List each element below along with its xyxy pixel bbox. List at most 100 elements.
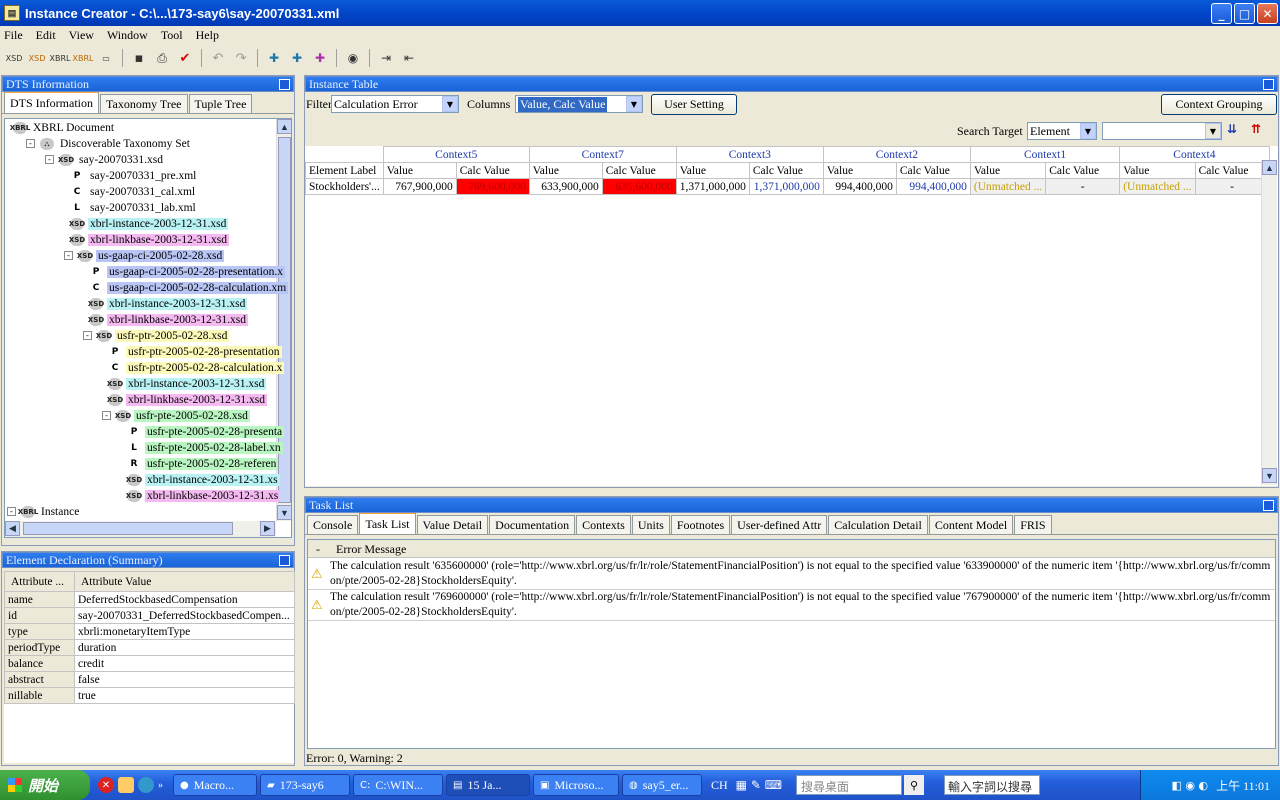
menu-help[interactable]: Help: [196, 28, 219, 43]
scroll-left-icon[interactable]: ◀: [5, 521, 20, 536]
expand-toggle-icon[interactable]: -: [7, 507, 16, 516]
list-item[interactable]: ⚠ The calculation result '769600000' (rol…: [308, 591, 1275, 621]
search-target-select[interactable]: Element ▼: [1027, 122, 1097, 140]
scroll-down-icon[interactable]: ▼: [1262, 468, 1277, 483]
xsd-icon[interactable]: XSD: [4, 49, 24, 67]
xsd-open-icon[interactable]: XSD: [27, 49, 47, 67]
expand-quick-launch-icon[interactable]: »: [158, 780, 163, 791]
table-row[interactable]: nillable true: [4, 687, 295, 704]
calc-value-column-header[interactable]: Calc Value: [1045, 162, 1121, 179]
value-cell[interactable]: (Unmatched ...: [969, 178, 1047, 195]
value-cell[interactable]: 767,900,000: [382, 178, 457, 195]
tree-node[interactable]: - XSD usfr-ptr-2005-02-28.xsd: [83, 328, 230, 344]
tab-documentation[interactable]: Documentation: [489, 515, 576, 534]
tree-node[interactable]: XSD xbrl-instance-2003-12-31.xsd: [88, 296, 248, 312]
tab-units[interactable]: Units: [631, 515, 670, 534]
value-column-header[interactable]: Value: [822, 162, 897, 179]
xbrl-icon[interactable]: XBRL: [50, 49, 71, 67]
toolbar-search-input[interactable]: 輸入字詞以搜尋: [944, 775, 1041, 795]
save-icon[interactable]: ▪: [129, 49, 149, 67]
tray-icons[interactable]: ◧ ◉ ◐: [1172, 779, 1209, 792]
tree-node[interactable]: Pus-gaap-ci-2005-02-28-presentation.x: [89, 264, 286, 280]
maximize-panel-icon[interactable]: [279, 555, 290, 566]
add-element-icon[interactable]: ✚: [264, 49, 284, 67]
calc-value-column-header[interactable]: Calc Value: [455, 162, 530, 179]
menu-tool[interactable]: Tool: [161, 28, 183, 43]
taskbar-item[interactable]: ▣ Microso...: [533, 774, 619, 796]
context-header[interactable]: Context3: [675, 146, 824, 163]
calc-value-cell[interactable]: 635,600,000: [601, 178, 677, 195]
table-row[interactable]: id say-20070331_DeferredStockbasedCompen.…: [4, 607, 295, 624]
add-context-icon[interactable]: ✚: [287, 49, 307, 67]
tab-footnotes[interactable]: Footnotes: [670, 515, 731, 534]
calc-value-column-header[interactable]: Calc Value: [748, 162, 824, 179]
filter-select[interactable]: Calculation Error ▼: [331, 95, 459, 113]
form-icon[interactable]: ▭: [96, 49, 116, 67]
tree-node[interactable]: - XSD say-20070331.xsd: [45, 152, 165, 168]
element-label-header[interactable]: Element Label: [305, 162, 384, 179]
tree-node[interactable]: Lusfr-pte-2005-02-28-label.xn: [127, 440, 283, 456]
search-up-icon[interactable]: ⇈: [1251, 122, 1269, 140]
value-cell[interactable]: (Unmatched ...: [1119, 178, 1196, 195]
tree-node[interactable]: XBRL XBRL Document: [10, 120, 116, 136]
calc-value-cell[interactable]: -: [1045, 178, 1121, 195]
value-cell[interactable]: 633,900,000: [528, 178, 603, 195]
value-column-header[interactable]: Value: [382, 162, 457, 179]
scroll-thumb[interactable]: [23, 522, 233, 535]
menu-file[interactable]: File: [4, 28, 23, 43]
menu-window[interactable]: Window: [107, 28, 148, 43]
tree-node[interactable]: Csay-20070331_cal.xml: [70, 184, 197, 200]
start-button[interactable]: 開始: [0, 770, 90, 800]
expand-toggle-icon[interactable]: -: [45, 155, 54, 164]
expand-toggle-icon[interactable]: -: [83, 331, 92, 340]
desktop-search-input[interactable]: 搜尋桌面: [796, 775, 903, 795]
tab-task-list[interactable]: Task List: [359, 512, 416, 534]
scroll-up-icon[interactable]: ▲: [277, 119, 291, 134]
tab-dts-information[interactable]: DTS Information: [4, 91, 99, 113]
undo-icon[interactable]: ↶: [208, 49, 228, 67]
calc-value-column-header[interactable]: Calc Value: [601, 162, 677, 179]
tab-contexts[interactable]: Contexts: [576, 515, 631, 534]
expand-toggle-icon[interactable]: -: [26, 139, 35, 148]
expand-toggle-icon[interactable]: -: [102, 411, 111, 420]
add-unit-icon[interactable]: ✚: [310, 49, 330, 67]
scroll-right-icon[interactable]: ▶: [260, 521, 275, 536]
menu-edit[interactable]: Edit: [36, 28, 56, 43]
tree-node[interactable]: Pusfr-pte-2005-02-28-presenta: [127, 424, 285, 440]
context-grouping-button[interactable]: Context Grouping: [1161, 94, 1277, 115]
tree-node[interactable]: Lsay-20070331_lab.xml: [70, 200, 198, 216]
media-icon[interactable]: [138, 777, 154, 793]
redo-icon[interactable]: ↷: [231, 49, 251, 67]
tree-node[interactable]: XSD xbrl-instance-2003-12-31.xsd: [107, 376, 267, 392]
maximize-button[interactable]: □: [1234, 3, 1255, 24]
value-column-header[interactable]: Value: [1119, 162, 1196, 179]
search-input[interactable]: ▼: [1102, 122, 1222, 140]
tab-user-defined-attr[interactable]: User-defined Attr: [731, 515, 828, 534]
tree-node[interactable]: XSD xbrl-instance-2003-12-31.xs: [126, 472, 280, 488]
export-icon[interactable]: ⇥: [376, 49, 396, 67]
grid-vertical-scrollbar[interactable]: ▲ ▼: [1261, 160, 1277, 485]
tree-node[interactable]: Cus-gaap-ci-2005-02-28-calculation.xm: [89, 280, 289, 296]
maximize-panel-icon[interactable]: [279, 79, 290, 90]
value-cell[interactable]: 1,371,000,000: [675, 178, 750, 195]
tree-node[interactable]: - XSD usfr-pte-2005-02-28.xsd: [102, 408, 250, 424]
language-indicator[interactable]: CH: [711, 778, 728, 793]
print-icon[interactable]: ⎙: [152, 49, 172, 67]
tree-node[interactable]: - XSD us-gaap-ci-2005-02-28.xsd: [64, 248, 225, 264]
value-column-header[interactable]: Value: [675, 162, 750, 179]
context-header[interactable]: Context5: [382, 146, 530, 163]
column-header-dash[interactable]: -: [316, 542, 320, 557]
value-column-header[interactable]: Value: [969, 162, 1047, 179]
tree-node[interactable]: XSD xbrl-instance-2003-12-31.xsd: [69, 216, 229, 232]
calc-value-cell[interactable]: -: [1194, 178, 1270, 195]
context-header[interactable]: Context2: [822, 146, 971, 163]
messenger-icon[interactable]: [118, 777, 134, 793]
scroll-up-icon[interactable]: ▲: [1262, 160, 1277, 175]
validate-icon[interactable]: ✔: [175, 49, 195, 67]
close-button[interactable]: ✕: [1257, 3, 1278, 24]
search-down-icon[interactable]: ⇊: [1227, 122, 1245, 140]
tab-fris[interactable]: FRIS: [1014, 515, 1052, 534]
tree-node[interactable]: - XBRL Instance: [7, 504, 81, 520]
table-row[interactable]: name DeferredStockbasedCompensation: [4, 591, 295, 608]
tree-node[interactable]: XSD xbrl-linkbase-2003-12-31.xsd: [88, 312, 249, 328]
